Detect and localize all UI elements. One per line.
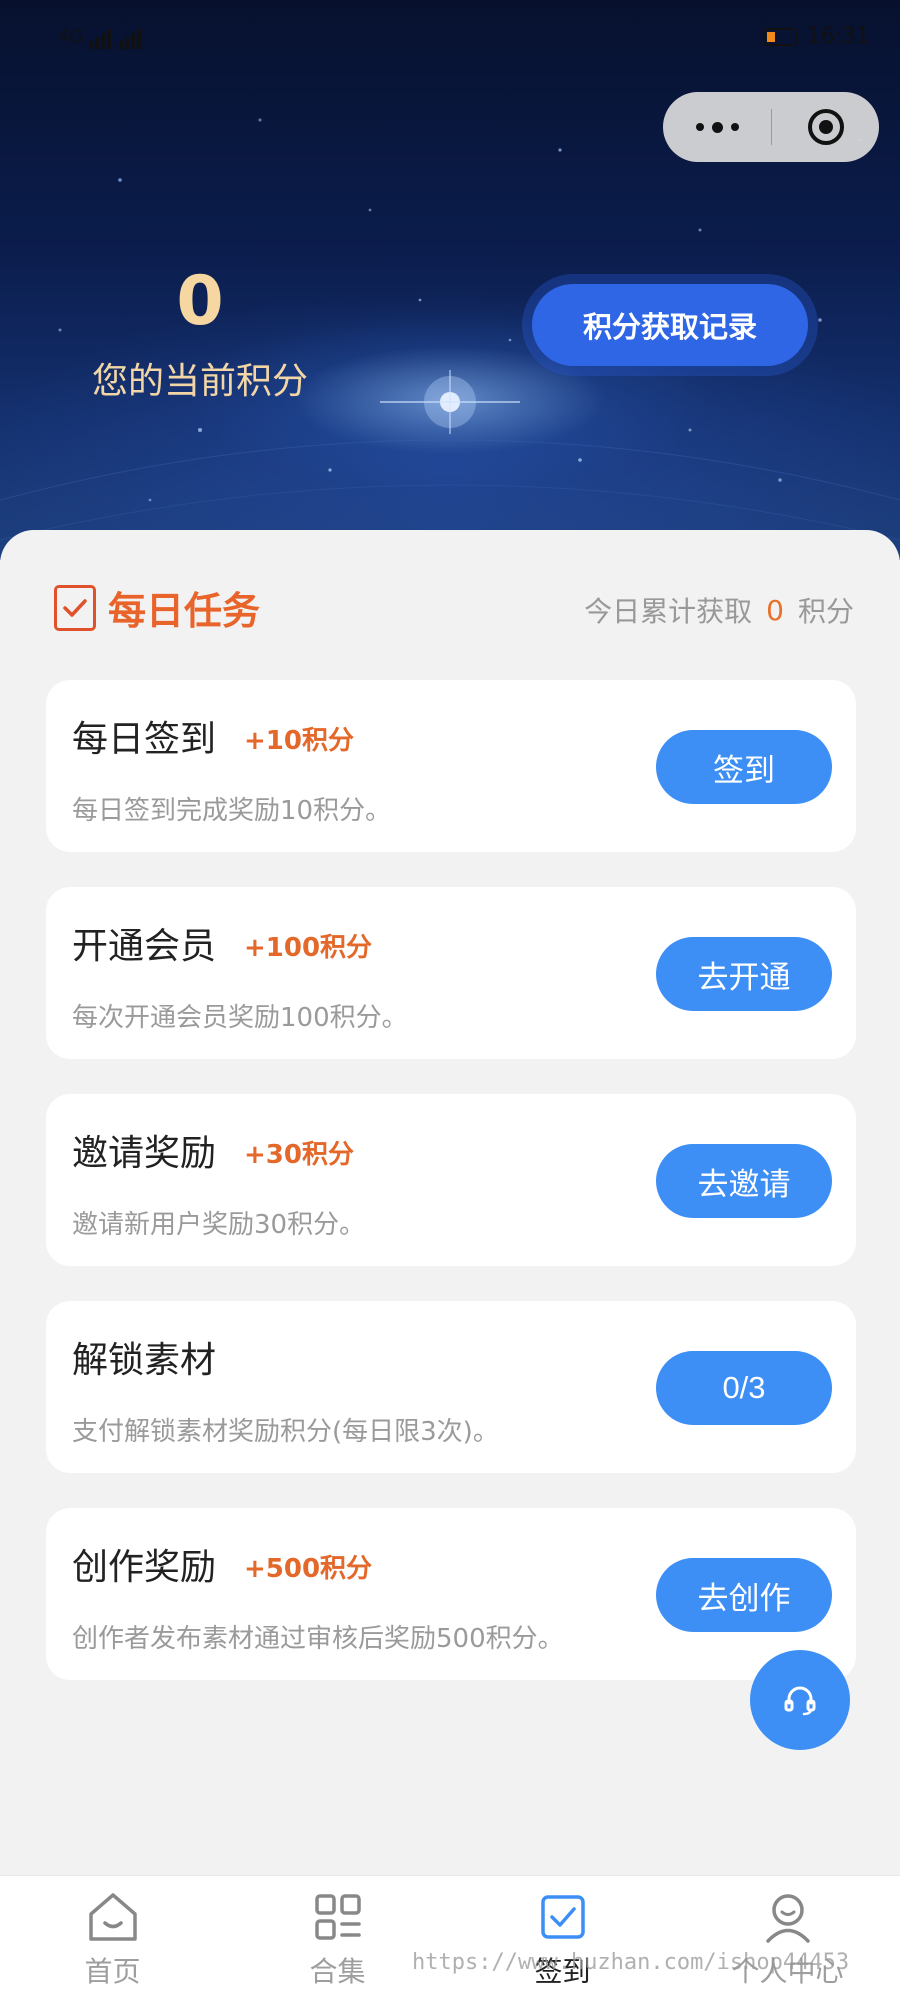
tab-checkin[interactable]: 签到: [450, 1876, 675, 2000]
headset-icon: [784, 1686, 816, 1716]
hero-banner: 4G 16:31 0 您的当前积分 积分获取记录: [0, 0, 900, 560]
user-icon: [765, 1894, 810, 1943]
task-desc: 每次开通会员奖励100积分。: [72, 1003, 408, 1033]
checkin-page: 4G 16:31 0 您的当前积分 积分获取记录 每日任务 今日累计获取 0 积…: [0, 0, 900, 2000]
checkbox-icon: [54, 584, 96, 631]
today-total-points: 今日累计获取 0 积分: [584, 590, 854, 630]
status-signal: 4G: [58, 24, 143, 49]
task-title: 开通会员: [72, 926, 217, 967]
today-total-prefix: 今日累计获取: [584, 595, 753, 628]
task-title: 邀请奖励: [72, 1133, 217, 1174]
watermark-text: https://www.huzhan.com/ishop44453: [412, 1950, 850, 1975]
current-points-label: 您的当前积分: [91, 361, 308, 402]
task-title: 解锁素材: [72, 1340, 217, 1381]
tab-profile[interactable]: 个人中心: [675, 1876, 900, 2000]
clock-text: 16:31: [806, 24, 870, 49]
signal-icon-2: [119, 24, 143, 49]
open-membership-button[interactable]: 去开通: [656, 937, 832, 1011]
task-reward: +100积分: [244, 933, 373, 963]
customer-service-button[interactable]: [750, 1650, 850, 1750]
task-reward: +10积分: [244, 726, 354, 756]
task-desc: 创作者发布素材通过审核后奖励500积分。: [72, 1624, 564, 1654]
task-title: 每日签到: [72, 719, 217, 760]
create-button[interactable]: 去创作: [656, 1558, 832, 1632]
task-card-invite: 邀请奖励 +30积分 邀请新用户奖励30积分。 去邀请: [46, 1094, 856, 1266]
bottom-tab-bar: 首页 合集 签到 个人中心: [0, 1875, 900, 2000]
signal-icon: [89, 24, 113, 49]
checkin-icon: [540, 1895, 585, 1939]
task-reward: +30积分: [244, 1140, 354, 1170]
task-card-create: 创作奖励 +500积分 创作者发布素材通过审核后奖励500积分。 去创作: [46, 1508, 856, 1680]
task-desc: 支付解锁素材奖励积分(每日限3次)。: [72, 1417, 499, 1447]
task-card-membership: 开通会员 +100积分 每次开通会员奖励100积分。 去开通: [46, 887, 856, 1059]
unlock-progress-button[interactable]: 0/3: [656, 1351, 832, 1425]
tab-collection[interactable]: 合集: [225, 1876, 450, 2000]
status-bar: 4G 16:31: [0, 0, 900, 80]
battery-icon: [762, 27, 797, 46]
daily-task-title: 每日任务: [108, 589, 261, 633]
task-reward: +500积分: [244, 1554, 373, 1584]
task-desc: 每日签到完成奖励10积分。: [72, 796, 392, 826]
current-points-value: 0: [176, 262, 224, 341]
more-dots-icon[interactable]: [663, 92, 771, 162]
today-total-value: 0: [766, 593, 784, 627]
tab-label: 合集: [309, 1955, 366, 1988]
daily-task-header: 每日任务: [54, 580, 260, 635]
points-record-button[interactable]: 积分获取记录: [532, 284, 808, 366]
task-title: 创作奖励: [72, 1547, 217, 1588]
task-card-unlock-material: 解锁素材 支付解锁素材奖励积分(每日限3次)。 0/3: [46, 1301, 856, 1473]
tab-label: 首页: [84, 1955, 141, 1988]
target-icon[interactable]: [772, 92, 879, 162]
today-total-suffix: 积分: [797, 595, 854, 628]
home-icon: [88, 1893, 137, 1941]
grid-list-icon: [314, 1894, 361, 1940]
mini-program-capsule: [663, 92, 879, 162]
tab-home[interactable]: 首页: [0, 1876, 225, 2000]
network-label: 4G: [58, 26, 84, 47]
task-card-checkin: 每日签到 +10积分 每日签到完成奖励10积分。 签到: [46, 680, 856, 852]
checkin-button[interactable]: 签到: [656, 730, 832, 804]
status-right: 16:31: [762, 24, 870, 49]
task-desc: 邀请新用户奖励30积分。: [72, 1210, 366, 1240]
invite-button[interactable]: 去邀请: [656, 1144, 832, 1218]
